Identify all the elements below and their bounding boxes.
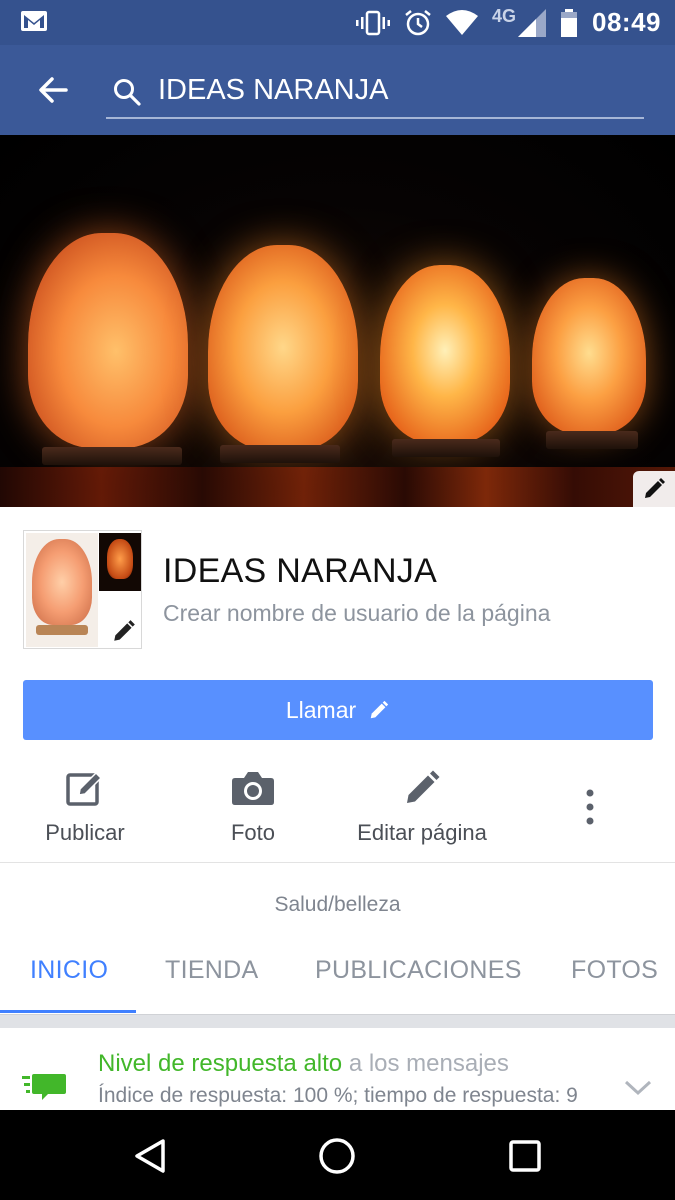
- profile-picture[interactable]: [23, 530, 142, 649]
- tab-inicio[interactable]: INICIO: [30, 956, 108, 985]
- pencil-icon: [407, 770, 440, 803]
- search-header: IDEAS NARANJA: [0, 45, 675, 135]
- photo-label: Foto: [230, 820, 276, 845]
- alarm-icon: [405, 9, 431, 35]
- search-icon: [114, 79, 141, 106]
- response-rate-card[interactable]: Nivel de respuesta alto a los mensajes Í…: [0, 1028, 675, 1110]
- tab-publicaciones[interactable]: PUBLICACIONES: [315, 956, 522, 985]
- pencil-icon: [645, 478, 665, 498]
- circle-home-icon: [319, 1138, 355, 1174]
- pencil-icon: [370, 700, 389, 719]
- vibrate-icon: [355, 10, 390, 35]
- more-vertical-icon: [586, 789, 594, 825]
- cell-signal-icon: [518, 8, 546, 37]
- salt-lamp-1: [28, 233, 188, 448]
- section-separator: [0, 1014, 675, 1028]
- triangle-back-icon: [135, 1139, 165, 1173]
- search-query: IDEAS NARANJA: [158, 74, 389, 106]
- lamp-base: [42, 447, 182, 465]
- response-context: a los mensajes: [348, 1050, 509, 1077]
- lamp-base: [546, 431, 638, 449]
- table-reflection: [0, 467, 675, 507]
- salt-lamp-2: [208, 245, 358, 450]
- nav-recents-button[interactable]: [501, 1132, 549, 1180]
- nav-back-button[interactable]: [126, 1132, 174, 1180]
- battery-icon: [561, 8, 577, 37]
- active-tab-indicator: [0, 1010, 136, 1013]
- call-button-label: Llamar: [285, 696, 357, 723]
- response-level: Nivel de respuesta alto: [98, 1050, 343, 1077]
- create-username-link[interactable]: Crear nombre de usuario de la página: [163, 600, 550, 627]
- tab-fotos[interactable]: FOTOS: [571, 956, 658, 985]
- salt-lamp-3: [380, 265, 510, 443]
- response-details: Índice de respuesta: 100 %; tiempo de re…: [98, 1084, 578, 1107]
- cover-photo[interactable]: [0, 135, 675, 507]
- nav-home-button[interactable]: [313, 1132, 361, 1180]
- wifi-icon: [445, 9, 478, 35]
- tab-tienda[interactable]: TIENDA: [165, 956, 258, 985]
- edit-page-label: Editar página: [357, 820, 487, 845]
- edit-page-button[interactable]: Editar página: [352, 762, 492, 858]
- call-button[interactable]: Llamar: [23, 680, 653, 740]
- lamp-base: [220, 445, 340, 463]
- publish-button[interactable]: Publicar: [30, 762, 140, 858]
- compose-icon: [66, 771, 103, 806]
- network-type: 4G: [491, 6, 516, 26]
- response-title: Nivel de respuesta alto a los mensajes: [98, 1050, 509, 1078]
- android-nav-bar: [0, 1110, 675, 1200]
- clock: 08:49: [592, 7, 661, 37]
- camera-icon: [232, 772, 274, 805]
- edit-profile-picture-icon[interactable]: [111, 618, 137, 644]
- photo-button[interactable]: Foto: [203, 762, 303, 858]
- divider: [0, 862, 675, 863]
- status-bar: 4G 08:49: [0, 0, 675, 45]
- edit-cover-button[interactable]: [633, 471, 675, 507]
- search-input[interactable]: IDEAS NARANJA: [106, 67, 644, 119]
- more-options-button[interactable]: [570, 762, 610, 858]
- page-title: IDEAS NARANJA: [163, 552, 438, 590]
- page-actions: Publicar Foto Editar página: [0, 762, 675, 862]
- publish-label: Publicar: [45, 820, 125, 845]
- lamp-base: [392, 439, 500, 457]
- square-recents-icon: [509, 1140, 541, 1172]
- gmail-icon: [21, 11, 47, 31]
- page-tabs: INICIO TIENDA PUBLICACIONES FOTOS: [0, 938, 675, 1014]
- page-category: Salud/belleza: [274, 893, 401, 916]
- chevron-down-icon[interactable]: [624, 1078, 652, 1098]
- message-response-icon: [22, 1074, 66, 1100]
- back-arrow-icon[interactable]: [36, 73, 70, 107]
- salt-lamp-4: [532, 278, 646, 434]
